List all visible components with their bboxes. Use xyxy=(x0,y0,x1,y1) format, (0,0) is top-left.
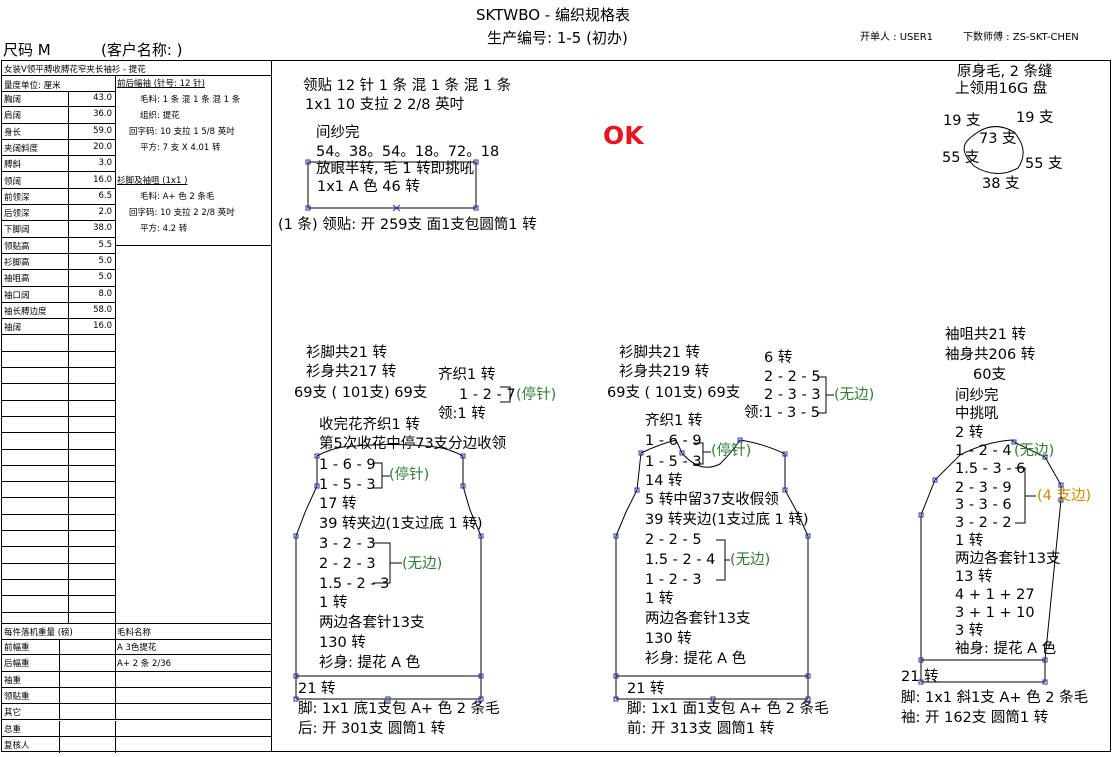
sleeve-rule-3: 2 - 3 - 9 xyxy=(955,480,1012,496)
front-no-edge-1: (无边) xyxy=(834,387,875,403)
front-line-8: 两边各套针13支 xyxy=(645,611,751,627)
back-shoulder: 1 - 2 - 7 xyxy=(459,387,516,403)
back-line-4: 收完花齐织1 转 xyxy=(319,417,420,433)
sleeve-line-10: 4 + 1 + 27 xyxy=(955,587,1035,603)
sleeve-line-11: 3 + 1 + 10 xyxy=(955,605,1035,621)
back-line-13: 脚: 1x1 底1支包 A+ 色 2 条毛 xyxy=(298,701,500,717)
back-line-10: 130 转 xyxy=(319,635,366,651)
front-body-rows: 衫身共219 转 xyxy=(619,364,710,380)
front-rib-rows: 衫脚共21 转 xyxy=(619,345,701,361)
sleeve-rule-1: 1 - 2 - 4 xyxy=(955,443,1012,459)
yarn-bottom: 38 支 xyxy=(982,176,1020,192)
back-line-5: 第5次收花中停73支分边收领 xyxy=(319,436,507,452)
front-no-edge-2: (无边) xyxy=(730,552,771,568)
front-line-7: 1 转 xyxy=(645,591,674,607)
yarn-left: 55 支 xyxy=(942,150,980,166)
collar-line-1: 领贴 12 针 1 条 混 1 条 混 1 条 xyxy=(303,78,512,94)
sleeve-line-7: 1 转 xyxy=(955,533,984,549)
sleeve-stitches: 60支 xyxy=(973,367,1006,383)
yarn-right: 55 支 xyxy=(1025,156,1063,172)
sleeve-line-5: 中挑吼 xyxy=(955,406,999,422)
front-rule-2: 1 - 5 - 3 xyxy=(645,454,702,470)
front-armhole-2: 1.5 - 2 - 4 xyxy=(645,552,716,568)
front-stitch-split: 69支 ( 101支) 69支 xyxy=(607,385,741,401)
back-line-8: 1 转 xyxy=(319,595,348,611)
front-line-5: 5 转中留37支收假领 xyxy=(645,492,779,508)
sleeve-rule-2: 1.5 - 3 - 6 xyxy=(955,461,1026,477)
front-line-10: 衫身: 提花 A 色 xyxy=(645,651,747,667)
sleeve-rib-rows: 袖咀共21 转 xyxy=(945,327,1027,343)
yarn-note-1: 原身毛, 2 条缝 xyxy=(957,64,1053,80)
front-armhole-1: 2 - 2 - 5 xyxy=(645,532,702,548)
yarn-mid: 73 支 xyxy=(979,131,1017,147)
back-rule-3: 3 - 2 - 3 xyxy=(319,536,376,552)
sleeve-line-12: 3 转 xyxy=(955,623,984,639)
front-line-6: 39 转夹边(1支过底 1 转) xyxy=(645,512,809,528)
back-rule-1: 1 - 6 - 9 xyxy=(319,457,376,473)
front-line-12: 脚: 1x1 面1支包 A+ 色 2 条毛 xyxy=(627,701,829,717)
sleeve-line-9: 13 转 xyxy=(955,569,993,585)
collar-line-7: (1 条) 领贴: 开 259支 面1支包圆筒1 转 xyxy=(278,217,537,233)
sleeve-line-6: 2 转 xyxy=(955,425,984,441)
collar-line-5: 放眼半转, 毛 1 转即挑吼 xyxy=(316,161,475,177)
back-line-6: 17 转 xyxy=(319,496,357,512)
front-shoulder-3: 领:1 - 3 - 5 xyxy=(744,405,820,421)
front-rule-1: 1 - 6 - 9 xyxy=(645,433,702,449)
back-rib-rows: 衫脚共21 转 xyxy=(306,345,388,361)
collar-line-6: 1x1 A 色 46 转 xyxy=(317,179,420,195)
back-line-7: 39 转夹边(1支过底 1 转) xyxy=(319,516,483,532)
back-body-rows: 衫身共217 转 xyxy=(306,364,397,380)
sleeve-rule-4: 3 - 3 - 6 xyxy=(955,497,1012,513)
back-rule-2: 1 - 5 - 3 xyxy=(319,477,376,493)
front-shoulder-1: 2 - 2 - 5 xyxy=(764,369,821,385)
front-six-rows: 6 转 xyxy=(764,350,793,366)
back-even-knit: 齐织1 转 xyxy=(438,367,496,383)
back-line-12: 21 转 xyxy=(298,681,336,697)
back-line-11: 衫身: 提花 A 色 xyxy=(319,655,421,671)
collar-line-4: 54。38。54。18。72。18 xyxy=(316,144,500,160)
back-stop-needle-2: (停针) xyxy=(389,467,430,483)
back-no-edge: (无边) xyxy=(402,556,443,572)
yarn-note-2: 上领用16G 盘 xyxy=(955,81,1048,97)
back-line-14: 后: 开 301支 圆筒1 转 xyxy=(298,721,446,737)
front-line-9: 130 转 xyxy=(645,631,692,647)
yarn-top-right: 19 支 xyxy=(1016,110,1054,126)
collar-line-2: 1x1 10 支拉 2 2/8 英吋 xyxy=(305,97,465,113)
back-stitch-split: 69支 ( 101支) 69支 xyxy=(294,385,428,401)
back-neck: 领:1 转 xyxy=(438,406,486,422)
sleeve-line-15: 脚: 1x1 斜1支 A+ 色 2 条毛 xyxy=(901,690,1089,706)
back-rule-4: 2 - 2 - 3 xyxy=(319,556,376,572)
sleeve-rule-5: 3 - 2 - 2 xyxy=(955,515,1012,531)
front-even-knit: 齐织1 转 xyxy=(645,413,703,429)
front-stop-needle: (停针) xyxy=(711,443,752,459)
front-shoulder-2: 2 - 3 - 3 xyxy=(764,387,821,403)
back-rule-5: 1.5 - 2 - 3 xyxy=(319,576,390,592)
front-line-4: 14 转 xyxy=(645,473,683,489)
back-stop-needle-1: (停针) xyxy=(516,387,557,403)
ok-stamp: OK xyxy=(603,121,644,150)
sleeve-line-8: 两边各套针13支 xyxy=(955,551,1061,567)
front-armhole-3: 1 - 2 - 3 xyxy=(645,572,702,588)
sleeve-line-14: 21 转 xyxy=(901,669,939,685)
sleeve-four-edge: (4 支边) xyxy=(1037,488,1092,504)
front-line-11: 21 转 xyxy=(627,681,665,697)
sleeve-line-13: 袖身: 提花 A 色 xyxy=(955,641,1057,657)
sleeve-line-16: 袖: 开 162支 圆筒1 转 xyxy=(901,710,1049,726)
sleeve-no-edge: (无边) xyxy=(1014,443,1055,459)
sleeve-body-rows: 袖身共206 转 xyxy=(945,347,1036,363)
sleeve-line-4: 间纱完 xyxy=(955,388,999,404)
front-line-13: 前: 开 313支 圆筒1 转 xyxy=(627,721,775,737)
yarn-top-left: 19 支 xyxy=(943,113,981,129)
back-line-9: 两边各套针13支 xyxy=(319,615,425,631)
collar-line-3: 间纱完 xyxy=(316,125,360,141)
